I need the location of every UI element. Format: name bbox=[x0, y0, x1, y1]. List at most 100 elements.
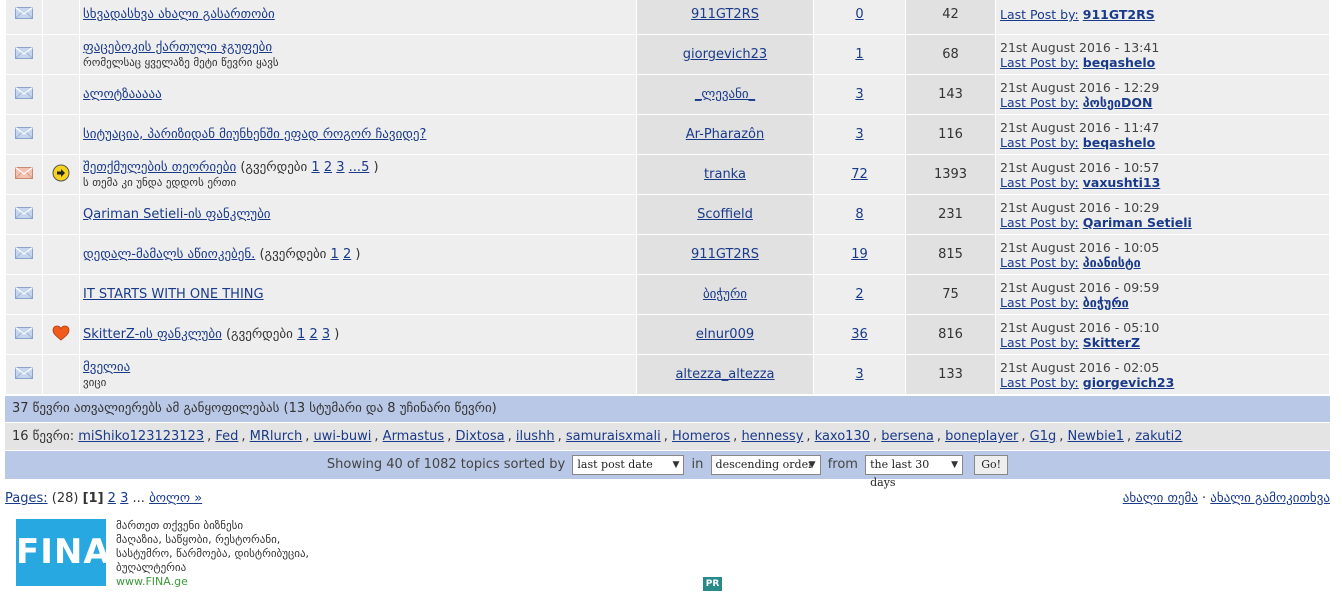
topic-author-link[interactable]: _ლევანი_ bbox=[695, 87, 755, 102]
topic-title-link[interactable]: სხვადასხვა ახალი გასართობი bbox=[83, 7, 275, 22]
last-post-label-link[interactable]: Last Post by: bbox=[1000, 175, 1079, 190]
last-post-label-link[interactable]: Last Post by: bbox=[1000, 55, 1079, 70]
new-poll-link[interactable]: ახალი გამოკითხვა bbox=[1210, 491, 1330, 506]
topic-page-link[interactable]: 1 bbox=[331, 247, 339, 262]
member-link[interactable]: ilushh bbox=[516, 429, 555, 444]
member-link[interactable]: hennessy bbox=[741, 429, 803, 444]
last-post-user-link[interactable]: 911GT2RS bbox=[1083, 7, 1155, 22]
member-link[interactable]: kaxo130 bbox=[815, 429, 870, 444]
page-link[interactable]: 3 bbox=[120, 491, 128, 506]
topic-author-link[interactable]: 911GT2RS bbox=[691, 7, 759, 22]
fina-logo[interactable]: FINA bbox=[16, 519, 110, 586]
topic-author-link[interactable]: elnur009 bbox=[696, 327, 754, 342]
member-link[interactable]: samuraisxmali bbox=[566, 429, 661, 444]
topic-status[interactable] bbox=[5, 274, 43, 315]
topic-status[interactable] bbox=[5, 0, 43, 35]
topic-title-link[interactable]: დედალ-მამალს აწიოკებენ. bbox=[83, 247, 255, 262]
topic-author-link[interactable]: altezza_altezza bbox=[675, 367, 774, 382]
topic-replies-link[interactable]: 19 bbox=[851, 247, 868, 262]
last-post-user-link[interactable]: beqashelo bbox=[1083, 55, 1156, 70]
pages-link[interactable]: Pages: bbox=[5, 491, 48, 506]
last-post-label-link[interactable]: Last Post by: bbox=[1000, 335, 1079, 350]
member-link[interactable]: Armastus bbox=[383, 429, 445, 444]
sort-by-select[interactable]: last post date ▼ bbox=[572, 454, 685, 475]
ad-url[interactable]: www.FINA.ge bbox=[116, 575, 376, 589]
member-link[interactable]: Fed bbox=[215, 429, 238, 444]
topic-title-link[interactable]: SkitterZ-ის ფანკლუბი bbox=[83, 327, 222, 342]
member-link[interactable]: boneplayer bbox=[945, 429, 1018, 444]
member-link[interactable]: Homeros bbox=[672, 429, 730, 444]
topic-author-link[interactable]: giorgevich23 bbox=[683, 47, 767, 62]
topic-title-link[interactable]: ალოტზააააა bbox=[83, 87, 162, 102]
member-link[interactable]: miShiko123123123 bbox=[78, 429, 204, 444]
last-post-user-link[interactable]: ბიჭური bbox=[1083, 295, 1129, 310]
topic-author-link[interactable]: 911GT2RS bbox=[691, 247, 759, 262]
member-link[interactable]: uwi-buwi bbox=[313, 429, 371, 444]
topic-status[interactable] bbox=[5, 354, 43, 395]
topic-replies-link[interactable]: 1 bbox=[855, 47, 863, 62]
go-button[interactable]: Go! bbox=[974, 454, 1009, 475]
topic-page-link[interactable]: ...5 bbox=[349, 160, 370, 175]
topic-replies-link[interactable]: 8 bbox=[855, 207, 863, 222]
last-post-user-link[interactable]: vaxushti13 bbox=[1083, 175, 1161, 190]
last-post-label-link[interactable]: Last Post by: bbox=[1000, 7, 1079, 22]
topic-status[interactable] bbox=[5, 74, 43, 115]
topic-status[interactable] bbox=[5, 234, 43, 275]
range-select[interactable]: the last 30 days ▼ bbox=[865, 454, 964, 489]
topic-page-link[interactable]: 3 bbox=[336, 160, 344, 175]
topic-title-link[interactable]: სიტუაცია, პარიზიდან მიუნხენში ეფად როგორ… bbox=[83, 127, 426, 142]
topic-replies-link[interactable]: 72 bbox=[851, 167, 868, 182]
topic-page-link[interactable]: 1 bbox=[297, 327, 305, 342]
topic-status[interactable] bbox=[5, 154, 43, 195]
topic-title-link[interactable]: მველია bbox=[83, 360, 130, 375]
topic-author-link[interactable]: tranka bbox=[704, 167, 746, 182]
topic-page-link[interactable]: 2 bbox=[343, 247, 351, 262]
member-link[interactable]: bersena bbox=[881, 429, 934, 444]
last-post-user-link[interactable]: beqashelo bbox=[1083, 135, 1156, 150]
new-topic-link[interactable]: ახალი თემა bbox=[1123, 491, 1198, 506]
topic-replies-link[interactable]: 3 bbox=[855, 127, 863, 142]
last-page-link[interactable]: ბოლო » bbox=[149, 491, 202, 506]
last-post-label-link[interactable]: Last Post by: bbox=[1000, 255, 1079, 270]
member-link[interactable]: MRlurch bbox=[250, 429, 303, 444]
last-post-label-link[interactable]: Last Post by: bbox=[1000, 375, 1079, 390]
topic-page-link[interactable]: 3 bbox=[322, 327, 330, 342]
topic-author-cell: Scoffield bbox=[636, 194, 814, 235]
topic-author-link[interactable]: Scoffield bbox=[697, 207, 753, 222]
last-post-label-link[interactable]: Last Post by: bbox=[1000, 135, 1079, 150]
member-link[interactable]: G1g bbox=[1030, 429, 1057, 444]
last-post-user-link[interactable]: Qariman Setieli bbox=[1083, 215, 1192, 230]
member-link[interactable]: Newbie1 bbox=[1068, 429, 1125, 444]
last-post-cell: 21st August 2016 - 10:05 Last Post by: პი… bbox=[995, 234, 1330, 275]
topic-author-link[interactable]: ბიჭური bbox=[703, 287, 747, 302]
topic-replies-link[interactable]: 0 bbox=[855, 7, 863, 22]
topic-status[interactable] bbox=[5, 114, 43, 155]
last-post-user-link[interactable]: SkitterZ bbox=[1083, 335, 1140, 350]
last-post-label-link[interactable]: Last Post by: bbox=[1000, 215, 1079, 230]
topic-status[interactable] bbox=[5, 314, 43, 355]
last-post-user-link[interactable]: პიანისტი bbox=[1083, 255, 1141, 270]
advertisement[interactable]: FINA მართეთ თქვენი ბიზნესი მაღაზია, საწყ… bbox=[16, 519, 309, 588]
last-post-user-link[interactable]: giorgevich23 bbox=[1083, 375, 1175, 390]
topic-title-link[interactable]: IT STARTS WITH ONE THING bbox=[83, 287, 264, 302]
last-post-label-link[interactable]: Last Post by: bbox=[1000, 95, 1079, 110]
topic-author-link[interactable]: Ar-Pharazôn bbox=[686, 127, 764, 142]
last-post-label-link[interactable]: Last Post by: bbox=[1000, 295, 1079, 310]
member-link[interactable]: Dixtosa bbox=[455, 429, 504, 444]
topic-title-link[interactable]: შეთქმულების თეორიები bbox=[83, 160, 236, 175]
topic-status[interactable] bbox=[5, 194, 43, 235]
member-link[interactable]: zakuti2 bbox=[1135, 429, 1182, 444]
topic-title-link[interactable]: ფაცებოკის ქართული ჯგუფები bbox=[83, 40, 272, 55]
topic-replies-link[interactable]: 36 bbox=[851, 327, 868, 342]
order-select[interactable]: descending order ▼ bbox=[710, 454, 821, 475]
last-post-user-link[interactable]: პოსეიDON bbox=[1083, 95, 1153, 110]
page-link[interactable]: 2 bbox=[108, 491, 116, 506]
topic-replies-link[interactable]: 3 bbox=[855, 367, 863, 382]
topic-replies-link[interactable]: 3 bbox=[855, 87, 863, 102]
topic-status[interactable] bbox=[5, 34, 43, 75]
topic-replies-link[interactable]: 2 bbox=[855, 287, 863, 302]
topic-page-link[interactable]: 2 bbox=[309, 327, 317, 342]
topic-page-link[interactable]: 1 bbox=[311, 160, 319, 175]
topic-title-link[interactable]: Qariman Setieli-ის ფანკლუბი bbox=[83, 207, 271, 222]
topic-page-link[interactable]: 2 bbox=[324, 160, 332, 175]
